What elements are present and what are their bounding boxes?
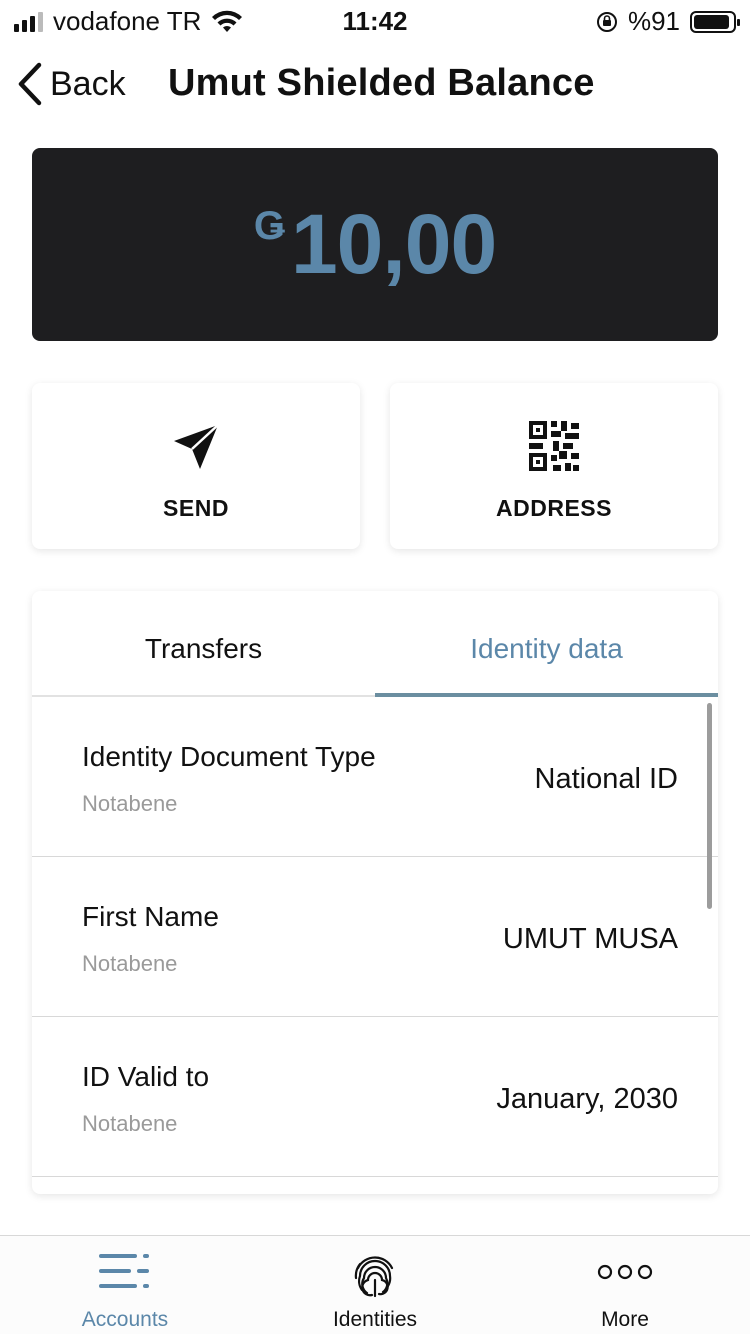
tab-bar: Transfers Identity data <box>32 591 718 697</box>
address-icon-wrap <box>390 421 718 471</box>
identity-data-list: Identity Document Type Notabene National… <box>32 697 718 1177</box>
attribute-provider: Notabene <box>82 791 178 816</box>
attribute-provider: Notabene <box>82 1111 178 1136</box>
tab-identity-data[interactable]: Identity data <box>375 591 718 697</box>
address-label: ADDRESS <box>496 495 612 521</box>
send-button[interactable]: SEND <box>32 383 360 549</box>
account-details-panel: Transfers Identity data Identity Documen… <box>32 591 718 1194</box>
paper-plane-icon <box>174 424 219 469</box>
orientation-lock-icon <box>596 11 617 32</box>
balance-amount: Ǥ10,00 <box>32 196 718 293</box>
list-item: Identity Document Type Notabene National… <box>32 697 718 857</box>
attribute-value: National ID <box>534 763 678 795</box>
tab-more-label: More <box>601 1308 649 1331</box>
back-button[interactable]: Back <box>16 62 126 106</box>
list-item: ID Valid to Notabene January, 2030 <box>32 1017 718 1177</box>
list-item: First Name Notabene UMUT MUSA <box>32 857 718 1017</box>
back-label: Back <box>50 64 126 103</box>
chevron-left-icon <box>18 62 42 106</box>
shielded-balance-card: Ǥ10,00 <box>32 148 718 341</box>
status-bar: vodafone TR 11:42 %91 <box>0 0 750 40</box>
attribute-label: First Name <box>82 901 219 932</box>
qr-code-icon <box>529 421 579 471</box>
tab-more[interactable]: More <box>500 1236 750 1334</box>
fingerprint-icon <box>354 1256 394 1298</box>
status-bar-right: %91 <box>596 6 740 37</box>
page-title: Umut Shielded Balance <box>168 62 595 104</box>
list-lines-icon <box>99 1254 149 1288</box>
attribute-label: Identity Document Type <box>82 741 376 772</box>
attribute-provider: Notabene <box>82 951 178 976</box>
tab-identities-label: Identities <box>332 1308 418 1331</box>
tab-accounts-label: Accounts <box>81 1308 169 1331</box>
send-icon-wrap <box>32 421 360 473</box>
send-label: SEND <box>163 495 229 521</box>
battery-level-fill <box>694 14 729 29</box>
tab-accounts[interactable]: Accounts <box>0 1236 250 1334</box>
balance-value: 10,00 <box>290 197 497 291</box>
address-button[interactable]: ADDRESS <box>390 383 718 549</box>
navigation-header: Back Umut Shielded Balance <box>0 52 750 116</box>
battery-icon <box>690 10 740 33</box>
battery-percentage: %91 <box>627 6 680 36</box>
tab-identities[interactable]: Identities <box>250 1236 500 1334</box>
scrollbar[interactable] <box>707 703 712 909</box>
attribute-value: January, 2030 <box>496 1083 678 1115</box>
accounts-icon-wrap <box>0 1252 250 1290</box>
tab-transfers[interactable]: Transfers <box>32 591 375 697</box>
attribute-label: ID Valid to <box>82 1061 210 1092</box>
more-icon-wrap <box>500 1264 750 1280</box>
currency-symbol: Ǥ <box>253 204 285 248</box>
three-dots-icon <box>597 1264 653 1280</box>
bottom-tab-bar: Accounts Identities More <box>0 1235 750 1334</box>
identities-icon-wrap <box>250 1252 500 1298</box>
attribute-value: UMUT MUSA <box>502 923 678 955</box>
